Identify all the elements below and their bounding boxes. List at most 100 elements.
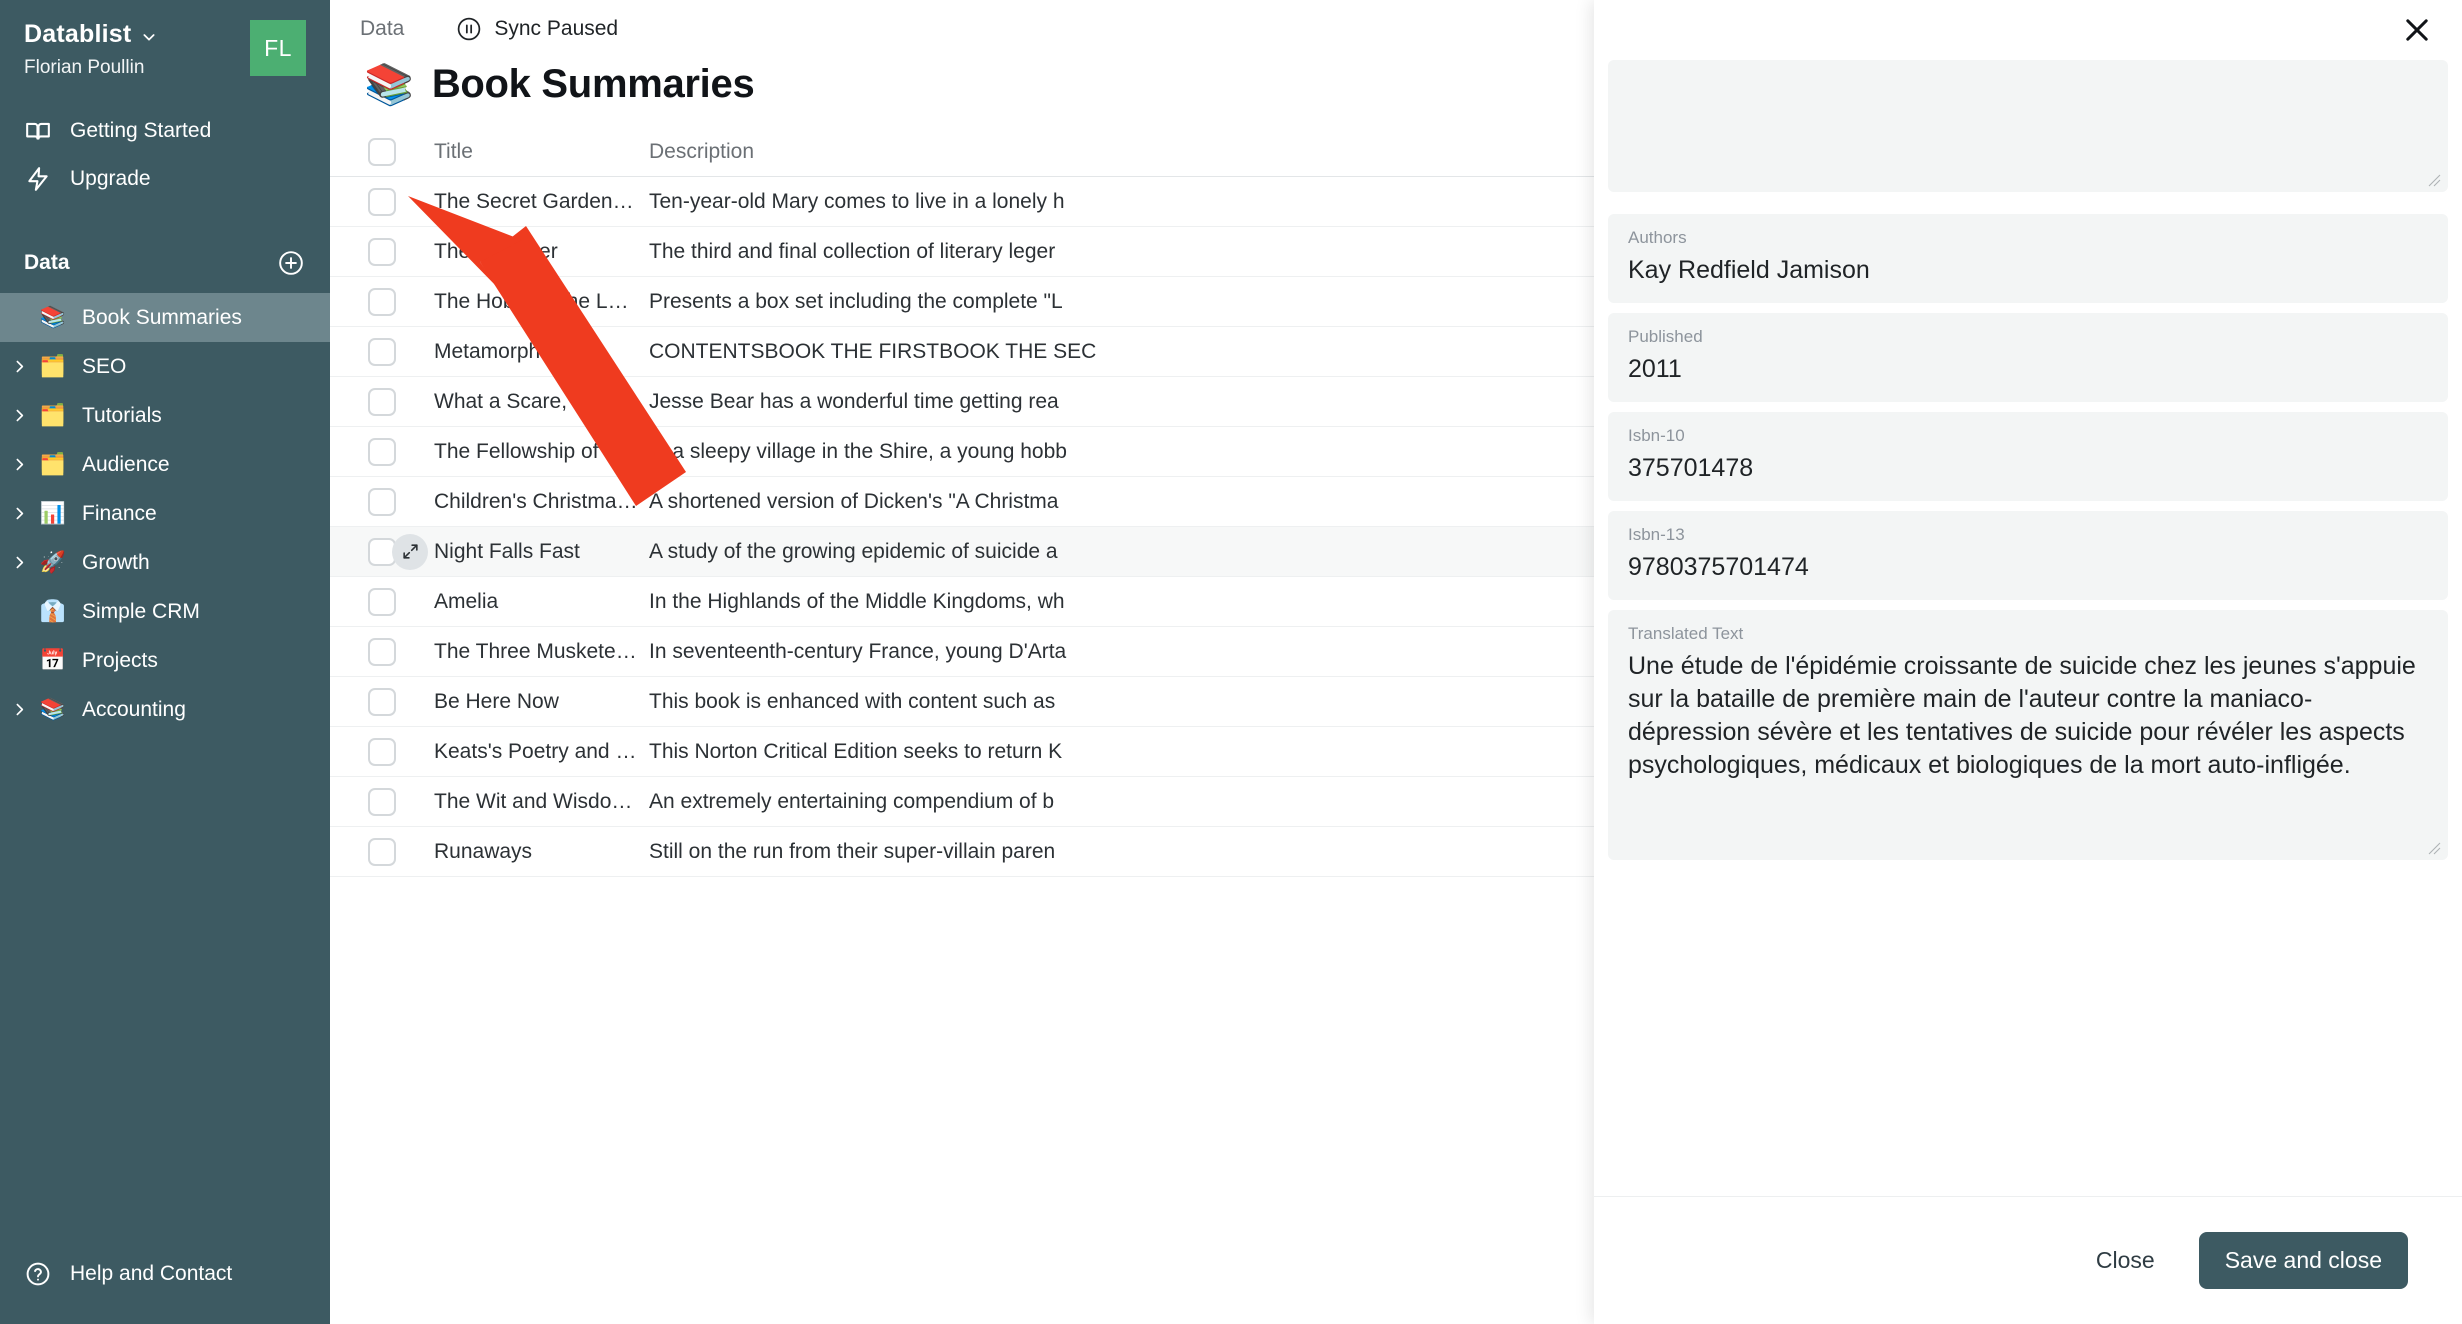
avatar[interactable]: FL	[250, 20, 306, 76]
chevron-right-icon[interactable]	[4, 554, 34, 571]
field-authors[interactable]: Authors Kay Redfield Jamison	[1608, 214, 2448, 303]
field-isbn-13[interactable]: Isbn-13 9780375701474	[1608, 511, 2448, 600]
row-select-cell	[330, 587, 434, 616]
row-checkbox[interactable]	[368, 637, 396, 666]
cell-title[interactable]: Night Falls Fast	[434, 540, 649, 564]
workspace-switcher[interactable]: Datablist	[24, 20, 250, 49]
column-header-title[interactable]: Title	[434, 140, 649, 164]
row-select-cell	[330, 287, 434, 316]
row-select-cell	[330, 237, 434, 266]
notes-textarea[interactable]	[1608, 60, 2448, 192]
cell-title[interactable]: Metamorphoses	[434, 340, 649, 364]
row-select-cell	[330, 187, 434, 216]
chevron-right-icon[interactable]	[4, 505, 34, 522]
sidebar-item-accounting[interactable]: 📚 Accounting	[0, 685, 330, 734]
sync-status[interactable]: Sync Paused	[456, 16, 618, 42]
sidebar-item-label: Simple CRM	[82, 599, 200, 623]
question-circle-icon	[24, 1260, 52, 1288]
cell-title[interactable]: The Three Musketeers	[434, 640, 649, 664]
sidebar-item-audience[interactable]: 🗂️ Audience	[0, 440, 330, 489]
cell-title[interactable]: Amelia	[434, 590, 649, 614]
cell-title[interactable]: Children's Christmas St…	[434, 490, 649, 514]
sidebar-item-finance[interactable]: 📊 Finance	[0, 489, 330, 538]
resize-handle-icon[interactable]	[2426, 172, 2442, 188]
row-checkbox[interactable]	[368, 337, 396, 366]
necktie-emoji-icon: 👔	[39, 600, 67, 623]
sidebar-item-label: SEO	[82, 354, 127, 378]
row-checkbox[interactable]	[368, 437, 396, 466]
page-title-text: Book Summaries	[431, 62, 755, 106]
row-checkbox[interactable]	[368, 737, 396, 766]
row-checkbox[interactable]	[368, 487, 396, 516]
sidebar-footer: Help and Contact	[0, 1250, 330, 1324]
bolt-icon	[24, 165, 52, 193]
field-value: 9780375701474	[1628, 553, 1809, 581]
book-open-icon	[24, 117, 52, 145]
sidebar-item-label: Accounting	[82, 697, 186, 721]
field-value: Une étude de l'épidémie croissante de su…	[1628, 652, 2423, 779]
sidebar-item-book-summaries[interactable]: 📚 Book Summaries	[0, 293, 330, 342]
panel-fields: Authors Kay Redfield Jamison Published 2…	[1594, 60, 2462, 1196]
cell-title[interactable]: Runaways	[434, 840, 649, 864]
sidebar-item-projects[interactable]: 📅 Projects	[0, 636, 330, 685]
cell-title[interactable]: The Mutineer	[434, 240, 649, 264]
row-checkbox[interactable]	[368, 787, 396, 816]
row-checkbox[interactable]	[368, 837, 396, 866]
sidebar-item-label: Tutorials	[82, 403, 162, 427]
sidebar-item-label: Book Summaries	[82, 305, 242, 329]
cell-title[interactable]: The Hobbit / The Lord …	[434, 290, 649, 314]
close-icon[interactable]	[2400, 13, 2434, 47]
sidebar-item-label: Growth	[82, 550, 150, 574]
row-select-cell	[330, 487, 434, 516]
sidebar-item-help-and-contact[interactable]: Help and Contact	[0, 1250, 330, 1298]
resize-handle-icon[interactable]	[2426, 840, 2442, 856]
sidebar-item-growth[interactable]: 🚀 Growth	[0, 538, 330, 587]
sidebar-item-tutorials[interactable]: 🗂️ Tutorials	[0, 391, 330, 440]
record-detail-panel: Authors Kay Redfield Jamison Published 2…	[1594, 0, 2462, 1324]
sidebar-item-simple-crm[interactable]: 👔 Simple CRM	[0, 587, 330, 636]
field-label: Published	[1628, 327, 1703, 346]
expand-arrows-icon[interactable]	[392, 533, 428, 570]
close-button[interactable]: Close	[2078, 1237, 2173, 1284]
chevron-right-icon[interactable]	[4, 456, 34, 473]
chevron-right-icon[interactable]	[4, 358, 34, 375]
cell-title[interactable]: Keats's Poetry and Pro…	[434, 740, 649, 764]
sidebar-nav-top: Getting Started Upgrade	[0, 107, 330, 203]
field-isbn-10[interactable]: Isbn-10 375701478	[1608, 412, 2448, 501]
workspace-name: Datablist	[24, 20, 132, 48]
field-value: 2011	[1628, 355, 1682, 383]
row-checkbox[interactable]	[368, 387, 396, 416]
workspace-text: Datablist Florian Poullin	[24, 20, 250, 79]
cell-title[interactable]: The Fellowship of the …	[434, 440, 649, 464]
row-checkbox[interactable]	[368, 237, 396, 266]
chevron-down-icon	[141, 29, 157, 45]
select-all-checkbox[interactable]	[368, 137, 396, 166]
cell-title[interactable]: What a Scare, Jesse B…	[434, 390, 649, 414]
cell-title[interactable]: Be Here Now	[434, 690, 649, 714]
cell-title[interactable]: The Secret Garden Col…	[434, 190, 649, 214]
chevron-right-icon[interactable]	[4, 407, 34, 424]
field-label: Isbn-13	[1628, 525, 1685, 544]
sidebar-item-getting-started[interactable]: Getting Started	[0, 107, 330, 155]
sidebar-item-upgrade[interactable]: Upgrade	[0, 155, 330, 203]
save-and-close-button[interactable]: Save and close	[2198, 1232, 2408, 1289]
row-checkbox[interactable]	[368, 187, 396, 216]
plus-circle-icon[interactable]	[278, 250, 304, 276]
cell-title[interactable]: The Wit and Wisdom o…	[434, 790, 649, 814]
folder-emoji-icon: 🗂️	[39, 453, 67, 476]
sidebar-item-label: Audience	[82, 452, 170, 476]
folder-emoji-icon: 🗂️	[39, 355, 67, 378]
field-translated-text[interactable]: Translated Text Une étude de l'épidémie …	[1608, 610, 2448, 860]
chevron-right-icon[interactable]	[4, 701, 34, 718]
row-select-cell	[330, 837, 434, 866]
field-published[interactable]: Published 2011	[1608, 313, 2448, 402]
row-select-cell	[330, 337, 434, 366]
sidebar-item-seo[interactable]: 🗂️ SEO	[0, 342, 330, 391]
row-checkbox[interactable]	[368, 687, 396, 716]
row-checkbox[interactable]	[368, 587, 396, 616]
row-checkbox[interactable]	[368, 287, 396, 316]
select-all-cell	[330, 137, 434, 166]
breadcrumb[interactable]: Data	[360, 17, 404, 41]
section-title: Data	[24, 251, 70, 274]
workspace-user-name: Florian Poullin	[24, 57, 145, 78]
